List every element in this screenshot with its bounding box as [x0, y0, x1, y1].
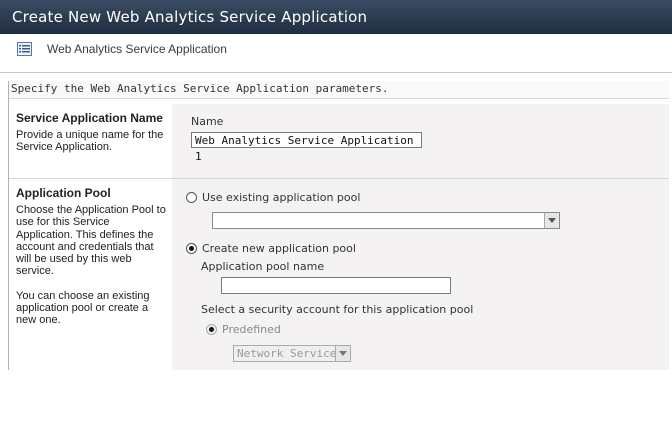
predefined-label: Predefined [222, 323, 281, 336]
page-title: Create New Web Analytics Service Applica… [12, 8, 368, 26]
use-existing-label: Use existing application pool [202, 191, 361, 204]
chevron-down-icon[interactable] [544, 213, 559, 228]
section-panel: Use existing application pool Create new… [172, 179, 669, 370]
list-icon [17, 42, 32, 56]
section-heading: Application Pool [16, 186, 111, 200]
sub-header: Web Analytics Service Application [0, 34, 672, 73]
name-label: Name [191, 115, 224, 128]
intro-row: Specify the Web Analytics Service Applic… [8, 81, 669, 99]
chevron-down-icon[interactable] [335, 346, 350, 361]
create-new-radio[interactable] [186, 243, 197, 254]
section-help-text-2: You can choose an existing application p… [16, 289, 150, 327]
service-application-name-section: Service Application Name Provide a uniqu… [9, 104, 669, 179]
use-existing-radio[interactable] [186, 192, 197, 203]
security-account-label: Select a security account for this appli… [201, 303, 474, 316]
predefined-account-dropdown[interactable]: Network Service [233, 345, 351, 362]
application-pool-section: Application Pool Choose the Application … [9, 179, 669, 370]
section-heading: Service Application Name [16, 111, 163, 125]
section-description: Application Pool Choose the Application … [16, 186, 166, 327]
pool-name-label: Application pool name [201, 260, 325, 273]
name-input[interactable]: Web Analytics Service Application 1 [191, 132, 422, 163]
section-panel: Name Web Analytics Service Application 1 [172, 104, 669, 178]
pool-name-input[interactable] [221, 277, 451, 294]
section-description: Service Application Name Provide a uniqu… [16, 111, 166, 154]
service-app-label: Web Analytics Service Application [47, 42, 227, 56]
create-new-label: Create new application pool [202, 242, 356, 255]
predefined-account-value: Network Service [237, 347, 337, 360]
existing-pool-dropdown[interactable] [212, 212, 560, 229]
predefined-radio[interactable] [206, 324, 217, 335]
section-help-text: Choose the Application Pool to use for t… [16, 204, 166, 278]
title-bar: Create New Web Analytics Service Applica… [0, 0, 672, 34]
intro-text: Specify the Web Analytics Service Applic… [11, 82, 389, 95]
section-help-text: Provide a unique name for the Service Ap… [16, 129, 164, 154]
